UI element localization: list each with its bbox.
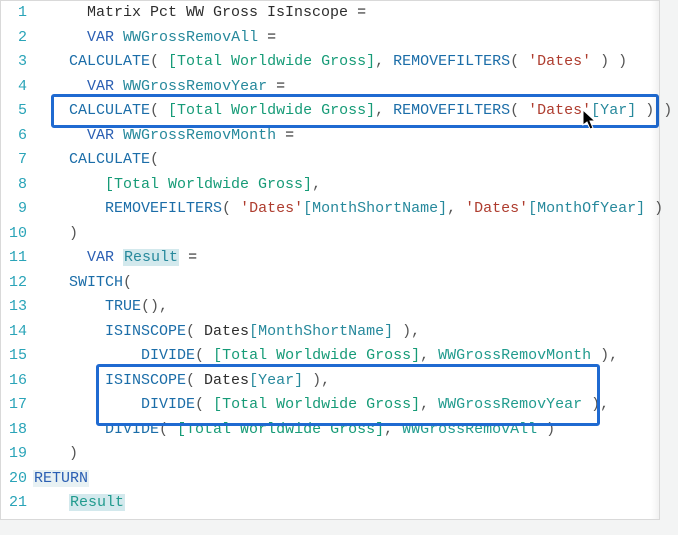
divide-func: DIVIDE (141, 396, 195, 413)
table-ref: 'Dates' (465, 200, 528, 217)
line-number: 14 (1, 320, 33, 345)
line-number: 15 (1, 344, 33, 369)
code-line[interactable]: 8 [Total Worldwide Gross], (1, 173, 659, 198)
dax-code-editor[interactable]: 1 Matrix Pct WW Gross IsInscope = 2 VAR … (0, 0, 660, 520)
code-line[interactable]: 7 CALCULATE( (1, 148, 659, 173)
line-number: 7 (1, 148, 33, 173)
var-name: WWGrossRemovYear (123, 78, 267, 95)
column-ref: [Year] (249, 372, 303, 389)
table-ref: Dates (204, 372, 249, 389)
line-number: 19 (1, 442, 33, 467)
var-keyword: VAR (87, 29, 114, 46)
line-number: 18 (1, 418, 33, 443)
code-line[interactable]: 13 TRUE(), (1, 295, 659, 320)
code-line[interactable]: 20 RETURN (1, 467, 659, 492)
line-number: 10 (1, 222, 33, 247)
calculate-func: CALCULATE (69, 151, 150, 168)
measure-ref: [Total Worldwide Gross] (213, 396, 420, 413)
code-line[interactable]: 9 REMOVEFILTERS( 'Dates'[MonthShortName]… (1, 197, 659, 222)
line-number: 5 (1, 99, 33, 124)
true-func: TRUE (105, 298, 141, 315)
var-ref: WWGrossRemovAll (402, 421, 537, 438)
code-line[interactable]: 2 VAR WWGrossRemovAll = (1, 26, 659, 51)
var-name: WWGrossRemovAll (123, 29, 258, 46)
measure-ref: [Total Worldwide Gross] (177, 421, 384, 438)
var-name: WWGrossRemovMonth (123, 127, 276, 144)
var-ref: WWGrossRemovMonth (438, 347, 591, 364)
table-ref: 'Dates' (240, 200, 303, 217)
measure-ref: [Total Worldwide Gross] (213, 347, 420, 364)
code-line[interactable]: 6 VAR WWGrossRemovMonth = (1, 124, 659, 149)
code-line[interactable]: 4 VAR WWGrossRemovYear = (1, 75, 659, 100)
line-number: 2 (1, 26, 33, 51)
code-line[interactable]: 21 Result (1, 491, 659, 516)
return-keyword: RETURN (33, 470, 89, 487)
line-number: 20 (1, 467, 33, 492)
column-ref: [MonthShortName] (303, 200, 447, 217)
var-keyword: VAR (87, 127, 114, 144)
line-number: 12 (1, 271, 33, 296)
var-ref: WWGrossRemovYear (438, 396, 582, 413)
switch-func: SWITCH (69, 274, 123, 291)
code-line[interactable]: 16 ISINSCOPE( Dates[Year] ), (1, 369, 659, 394)
column-ref: [MonthOfYear] (528, 200, 645, 217)
divide-func: DIVIDE (105, 421, 159, 438)
var-name: Result (123, 249, 179, 266)
line-number: 8 (1, 173, 33, 198)
code-line[interactable]: 18 DIVIDE( [Total Worldwide Gross], WWGr… (1, 418, 659, 443)
isinscope-func: ISINSCOPE (105, 323, 186, 340)
code-line[interactable]: 15 DIVIDE( [Total Worldwide Gross], WWGr… (1, 344, 659, 369)
line-number: 21 (1, 491, 33, 516)
code-line[interactable]: 12 SWITCH( (1, 271, 659, 296)
line-number: 1 (1, 1, 33, 26)
line-number: 17 (1, 393, 33, 418)
line-number: 6 (1, 124, 33, 149)
code-line[interactable]: 17 DIVIDE( [Total Worldwide Gross], WWGr… (1, 393, 659, 418)
isinscope-func: ISINSCOPE (105, 372, 186, 389)
line-number: 13 (1, 295, 33, 320)
line-number: 4 (1, 75, 33, 100)
var-keyword: VAR (87, 78, 114, 95)
close-paren: ) (69, 445, 78, 462)
divide-func: DIVIDE (141, 347, 195, 364)
column-ref: [MonthShortName] (249, 323, 393, 340)
var-ref: Result (69, 494, 125, 511)
code-line[interactable]: 14 ISINSCOPE( Dates[MonthShortName] ), (1, 320, 659, 345)
table-ref: Dates (204, 323, 249, 340)
line-number: 3 (1, 50, 33, 75)
code-line[interactable]: 11 VAR Result = (1, 246, 659, 271)
removefilters-func: REMOVEFILTERS (105, 200, 222, 217)
line-number: 11 (1, 246, 33, 271)
line-number: 16 (1, 369, 33, 394)
var-keyword: VAR (87, 249, 114, 266)
measure-ref: [Total Worldwide Gross] (105, 176, 312, 193)
line-number: 9 (1, 197, 33, 222)
code-line[interactable]: 19 ) (1, 442, 659, 467)
shadow-decoration (651, 1, 659, 519)
